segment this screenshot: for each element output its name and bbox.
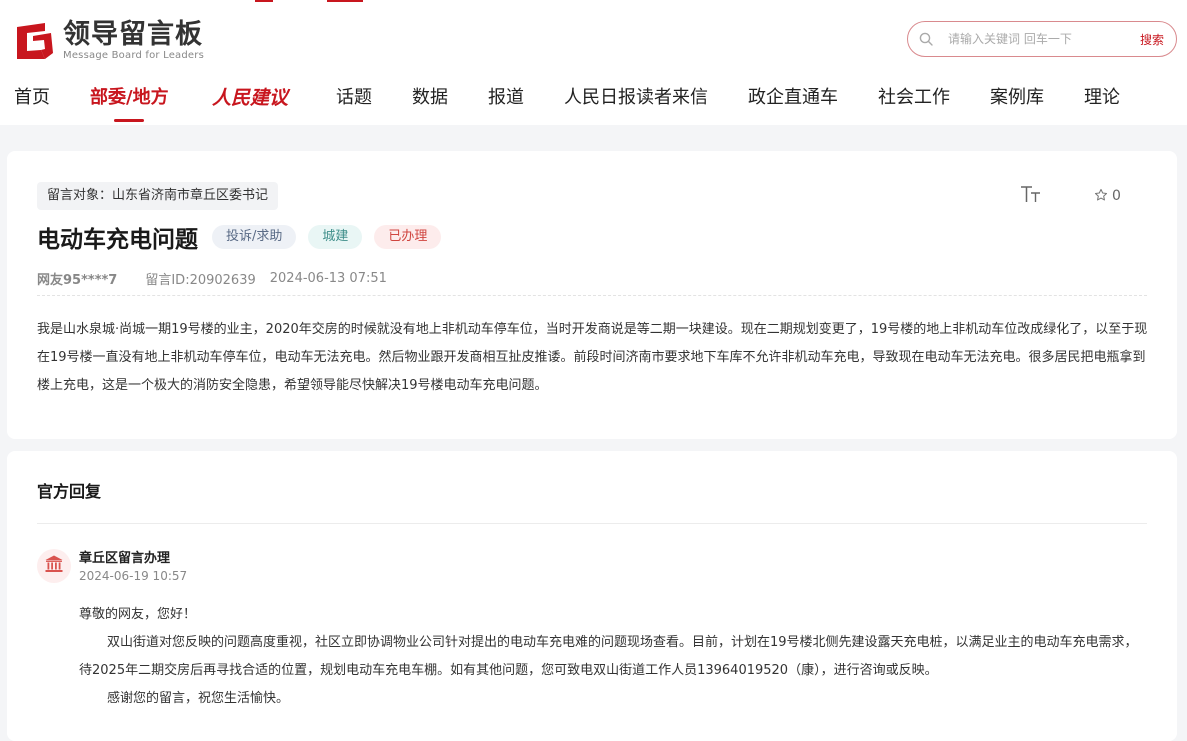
logo-mark-icon [15, 21, 55, 61]
logo-title: 领导留言板 [63, 19, 203, 50]
search-box: 搜索 [907, 21, 1177, 57]
nav-item-social-work[interactable]: 社会工作 [878, 80, 950, 120]
avatar [37, 549, 71, 583]
nav-item-readers-letters[interactable]: 人民日报读者来信 [564, 80, 708, 120]
reply-time: 2024-06-19 10:57 [79, 569, 188, 583]
divider [37, 523, 1147, 524]
nav-item-ministries-local[interactable]: 部委/地方 [90, 80, 169, 122]
nav-item-theory[interactable]: 理论 [1084, 80, 1120, 120]
top-decoration [327, 0, 363, 2]
nav-item-topics[interactable]: 话题 [336, 80, 372, 120]
reply-greeting: 尊敬的网友，您好！ [79, 607, 197, 622]
message-title: 电动车充电问题 [37, 227, 198, 253]
favorite-button[interactable]: 0 [1094, 185, 1121, 207]
message-body: 我是山水泉城·尚城一期19号楼的业主，2020年交房的时候就没有地上非机动车停车… [37, 322, 1148, 393]
government-building-icon [44, 554, 64, 578]
message-target: 留言对象：山东省济南市章丘区委书记 [37, 182, 279, 210]
message-title-row: 电动车充电问题 投诉/求助 城建 已办理 [37, 220, 453, 254]
favorite-count: 0 [1112, 188, 1121, 204]
logo-subtitle: Message Board for Leaders [63, 50, 205, 61]
search-button[interactable]: 搜索 [1140, 31, 1164, 48]
reply-paragraph: 双山街道对您反映的问题高度重视，社区立即协调物业公司针对提出的电动车充电难的问题… [79, 635, 1138, 678]
divider [37, 295, 1147, 296]
nav-item-gov-enterprise[interactable]: 政企直通车 [748, 80, 838, 120]
author-name: 网友95****7 [37, 272, 118, 288]
reply-closing: 感谢您的留言，祝您生活愉快。 [107, 691, 290, 706]
font-size-icon [1020, 185, 1042, 207]
nav-item-data[interactable]: 数据 [412, 80, 448, 120]
status-badge: 已办理 [374, 225, 442, 249]
message-time: 2024-06-13 07:51 [269, 270, 387, 286]
nav-item-reports[interactable]: 报道 [488, 80, 524, 120]
reply-department: 章丘区留言办理 [79, 551, 171, 566]
message-meta: 网友95****7 留言ID:20902639 2024-06-13 07:51 [37, 268, 387, 288]
message-id: 留言ID:20902639 [145, 272, 256, 288]
field-badge[interactable]: 城建 [308, 225, 363, 249]
reply-body: 尊敬的网友，您好！ 双山街道对您反映的问题高度重视，社区立即协调物业公司针对提出… [79, 601, 1149, 713]
star-icon [1094, 187, 1108, 206]
site-header: 领导留言板 Message Board for Leaders 搜索 首页 部委… [0, 0, 1187, 125]
reply-card: 官方回复 章丘区留言办理 2024-06-19 10:57 尊敬的网友，您好！ … [7, 451, 1177, 741]
search-icon [918, 31, 934, 47]
font-size-toggle[interactable] [1020, 185, 1042, 207]
nav-item-case-library[interactable]: 案例库 [990, 80, 1044, 120]
reply-heading: 官方回复 [37, 482, 102, 501]
message-card: 留言对象：山东省济南市章丘区委书记 0 电动车充电问题 投诉/求助 城建 已办理… [7, 151, 1177, 439]
nav-item-people-suggestion[interactable]: 人民建议 [212, 80, 288, 120]
top-decoration [255, 0, 273, 2]
site-logo[interactable]: 领导留言板 Message Board for Leaders [15, 20, 204, 62]
main-nav: 首页 部委/地方 人民建议 话题 数据 报道 人民日报读者来信 政企直通车 社会… [0, 80, 1187, 125]
search-input[interactable] [946, 31, 1140, 47]
type-badge[interactable]: 投诉/求助 [212, 225, 297, 249]
nav-item-home[interactable]: 首页 [14, 80, 50, 120]
